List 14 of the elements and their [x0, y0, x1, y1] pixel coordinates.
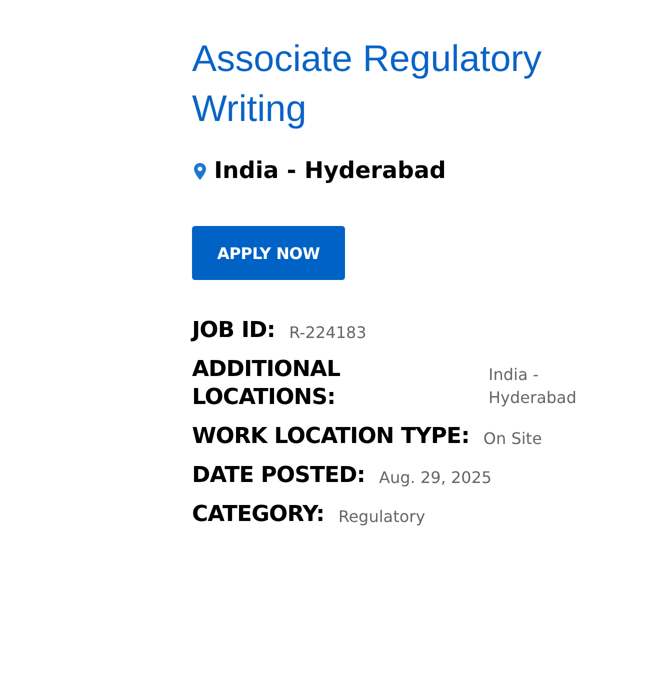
detail-label: ADDITIONAL LOCATIONS:	[192, 356, 342, 412]
detail-label: JOB ID:	[192, 317, 276, 345]
detail-value: Regulatory	[338, 506, 426, 528]
detail-value: India - Hyderabad	[488, 364, 578, 408]
detail-value: On Site	[483, 428, 542, 450]
apply-now-button[interactable]: APPLY NOW	[192, 226, 345, 280]
location-pin-icon	[194, 162, 206, 180]
job-location: India - Hyderabad	[214, 157, 446, 186]
detail-label: CATEGORY:	[192, 501, 324, 529]
detail-value: R-224183	[289, 322, 366, 344]
detail-label: WORK LOCATION TYPE:	[192, 423, 470, 451]
detail-value: Aug. 29, 2025	[379, 467, 492, 489]
job-title: Associate Regulatory Writing	[192, 37, 543, 131]
detail-label: DATE POSTED:	[192, 462, 366, 490]
